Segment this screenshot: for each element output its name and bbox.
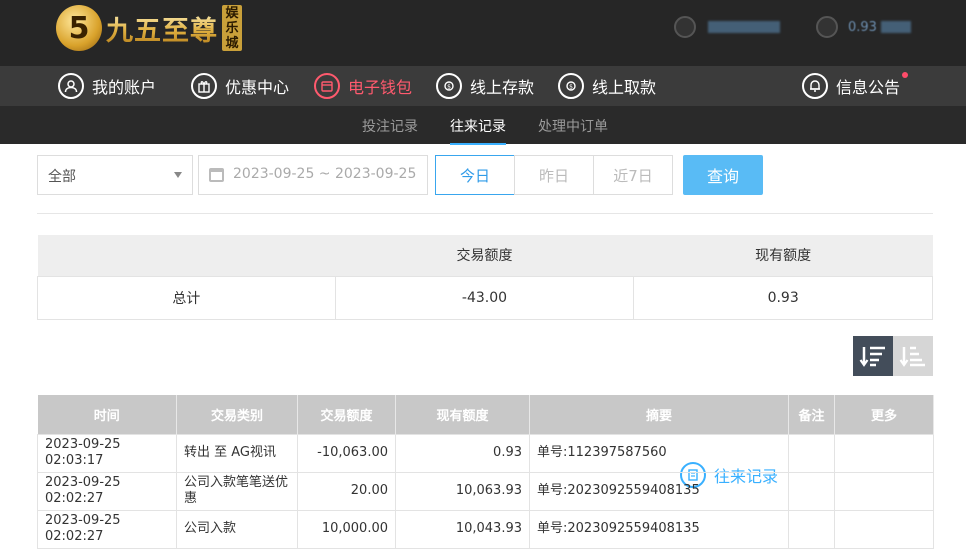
user-icon bbox=[58, 73, 84, 99]
nav-label: 线上存款 bbox=[470, 78, 535, 97]
summary-header-amount: 交易额度 bbox=[335, 235, 634, 276]
balance-value: 0.93 bbox=[848, 19, 877, 35]
bell-icon bbox=[802, 73, 828, 99]
header-time: 时间 bbox=[37, 395, 177, 434]
top-header: 5 九五至尊 娱乐城 0.93 bbox=[0, 0, 966, 66]
header-amount: 交易额度 bbox=[297, 395, 396, 434]
cell-balance: 10,063.93 bbox=[395, 471, 530, 511]
username-redacted bbox=[708, 21, 780, 33]
divider bbox=[37, 213, 933, 214]
cell-amount: 20.00 bbox=[297, 471, 396, 511]
deposit-icon: $ bbox=[436, 73, 462, 99]
main-nav: 我的账户 优惠中心 电子钱包 $ 线上存款 $ 线上取款 往来记录 信息公告 bbox=[0, 66, 966, 488]
records-table: 时间 交易类别 交易额度 现有额度 摘要 备注 更多 2023-09-25 02… bbox=[37, 395, 934, 549]
coin-icon bbox=[816, 16, 838, 38]
balance-redacted bbox=[880, 21, 911, 33]
summary-header-empty bbox=[37, 235, 336, 276]
logo-text: 九五至尊 bbox=[106, 9, 218, 48]
cell-more[interactable] bbox=[834, 471, 934, 511]
range-today-button[interactable]: 今日 bbox=[435, 155, 515, 195]
cell-amount: 10,000.00 bbox=[297, 509, 396, 549]
cell-more[interactable] bbox=[834, 509, 934, 549]
nav-announcements[interactable]: 信息公告 bbox=[802, 72, 909, 100]
cell-balance: 0.93 bbox=[395, 433, 530, 473]
chevron-down-icon bbox=[174, 172, 182, 178]
header-more: 更多 bbox=[834, 395, 934, 434]
summary-total-label: 总计 bbox=[37, 275, 336, 320]
header-category: 交易类别 bbox=[176, 395, 298, 434]
cell-amount: -10,063.00 bbox=[297, 433, 396, 473]
avatar bbox=[674, 16, 696, 38]
nav-label: 优惠中心 bbox=[225, 78, 290, 97]
date-range-input[interactable]: 2023-09-25 ~ 2023-09-25 bbox=[198, 155, 428, 195]
cell-time: 2023-09-25 02:02:27 bbox=[37, 471, 177, 511]
nav-label: 电子钱包 bbox=[348, 78, 413, 97]
notification-dot bbox=[902, 72, 909, 78]
sort-desc-icon bbox=[859, 346, 885, 367]
user-info[interactable] bbox=[674, 16, 780, 38]
range-yesterday-button[interactable]: 昨日 bbox=[514, 155, 594, 195]
cell-time: 2023-09-25 02:03:17 bbox=[37, 433, 177, 473]
tab-pending-orders[interactable]: 处理中订单 bbox=[538, 116, 608, 136]
nav-label: 信息公告 bbox=[836, 78, 901, 97]
nav-e-wallet[interactable]: 电子钱包 bbox=[314, 72, 412, 100]
summary-total-amount: -43.00 bbox=[334, 275, 635, 320]
cell-summary: 单号:112397587560 bbox=[529, 433, 789, 473]
sort-ascending-button[interactable] bbox=[893, 336, 933, 376]
cell-category: 公司入款笔笔送优惠 bbox=[176, 471, 298, 511]
cell-category: 转出 至 AG视讯 bbox=[176, 433, 298, 473]
table-row: 2023-09-25 02:03:17 转出 至 AG视讯 -10,063.00… bbox=[37, 433, 934, 473]
table-row: 2023-09-25 02:02:27 公司入款 10,000.00 10,04… bbox=[37, 509, 934, 549]
date-range-value: 2023-09-25 ~ 2023-09-25 bbox=[233, 166, 417, 182]
cell-summary: 单号:2023092559408135 bbox=[529, 509, 789, 549]
summary-table: 交易额度 现有额度 总计 -43.00 0.93 bbox=[37, 235, 933, 320]
table-row: 2023-09-25 02:02:27 公司入款笔笔送优惠 20.00 10,0… bbox=[37, 471, 934, 511]
type-select-value: 全部 bbox=[48, 169, 76, 185]
records-header-row: 时间 交易类别 交易额度 现有额度 摘要 备注 更多 bbox=[37, 395, 934, 434]
nav-label: 我的账户 bbox=[92, 78, 157, 97]
query-button[interactable]: 查询 bbox=[683, 155, 763, 195]
cell-note bbox=[788, 471, 835, 511]
nav-promotions[interactable]: 优惠中心 bbox=[191, 72, 289, 100]
header-balance[interactable]: 0.93 bbox=[816, 16, 911, 38]
svg-text:$: $ bbox=[447, 84, 451, 91]
cell-category: 公司入款 bbox=[176, 509, 298, 549]
cell-time: 2023-09-25 02:02:27 bbox=[37, 509, 177, 549]
header-balance: 现有额度 bbox=[395, 395, 530, 434]
svg-text:$: $ bbox=[569, 84, 573, 91]
nav-online-withdraw[interactable]: $ 线上取款 bbox=[558, 72, 656, 100]
header-note: 备注 bbox=[788, 395, 835, 434]
sort-descending-button[interactable] bbox=[853, 336, 893, 376]
cell-more[interactable] bbox=[834, 433, 934, 473]
cell-note bbox=[788, 433, 835, 473]
range-7days-button[interactable]: 近7日 bbox=[593, 155, 673, 195]
summary-total-balance: 0.93 bbox=[633, 275, 933, 320]
sub-nav: 投注记录 往来记录 处理中订单 bbox=[0, 106, 966, 145]
header-summary: 摘要 bbox=[529, 395, 789, 434]
tab-transaction-records[interactable]: 往来记录 bbox=[450, 116, 506, 145]
nav-my-account[interactable]: 我的账户 bbox=[58, 72, 156, 100]
summary-row: 总计 -43.00 0.93 bbox=[37, 275, 933, 320]
logo-emblem: 5 bbox=[56, 5, 102, 51]
summary-header-balance: 现有额度 bbox=[633, 235, 933, 276]
wallet-icon bbox=[314, 73, 340, 99]
nav-label: 线上取款 bbox=[592, 78, 657, 97]
withdraw-icon: $ bbox=[558, 73, 584, 99]
cell-summary: 单号:2023092559408135 bbox=[529, 471, 789, 511]
cell-note bbox=[788, 509, 835, 549]
sort-asc-icon bbox=[899, 346, 925, 367]
type-select[interactable]: 全部 bbox=[37, 155, 193, 195]
calendar-icon bbox=[209, 168, 224, 182]
site-logo[interactable]: 5 九五至尊 娱乐城 bbox=[56, 5, 242, 51]
tab-bet-records[interactable]: 投注记录 bbox=[362, 116, 418, 136]
logo-badge: 娱乐城 bbox=[222, 5, 242, 51]
nav-online-deposit[interactable]: $ 线上存款 bbox=[436, 72, 534, 100]
gift-icon bbox=[191, 73, 217, 99]
cell-balance: 10,043.93 bbox=[395, 509, 530, 549]
summary-header-row: 交易额度 现有额度 bbox=[37, 235, 933, 276]
